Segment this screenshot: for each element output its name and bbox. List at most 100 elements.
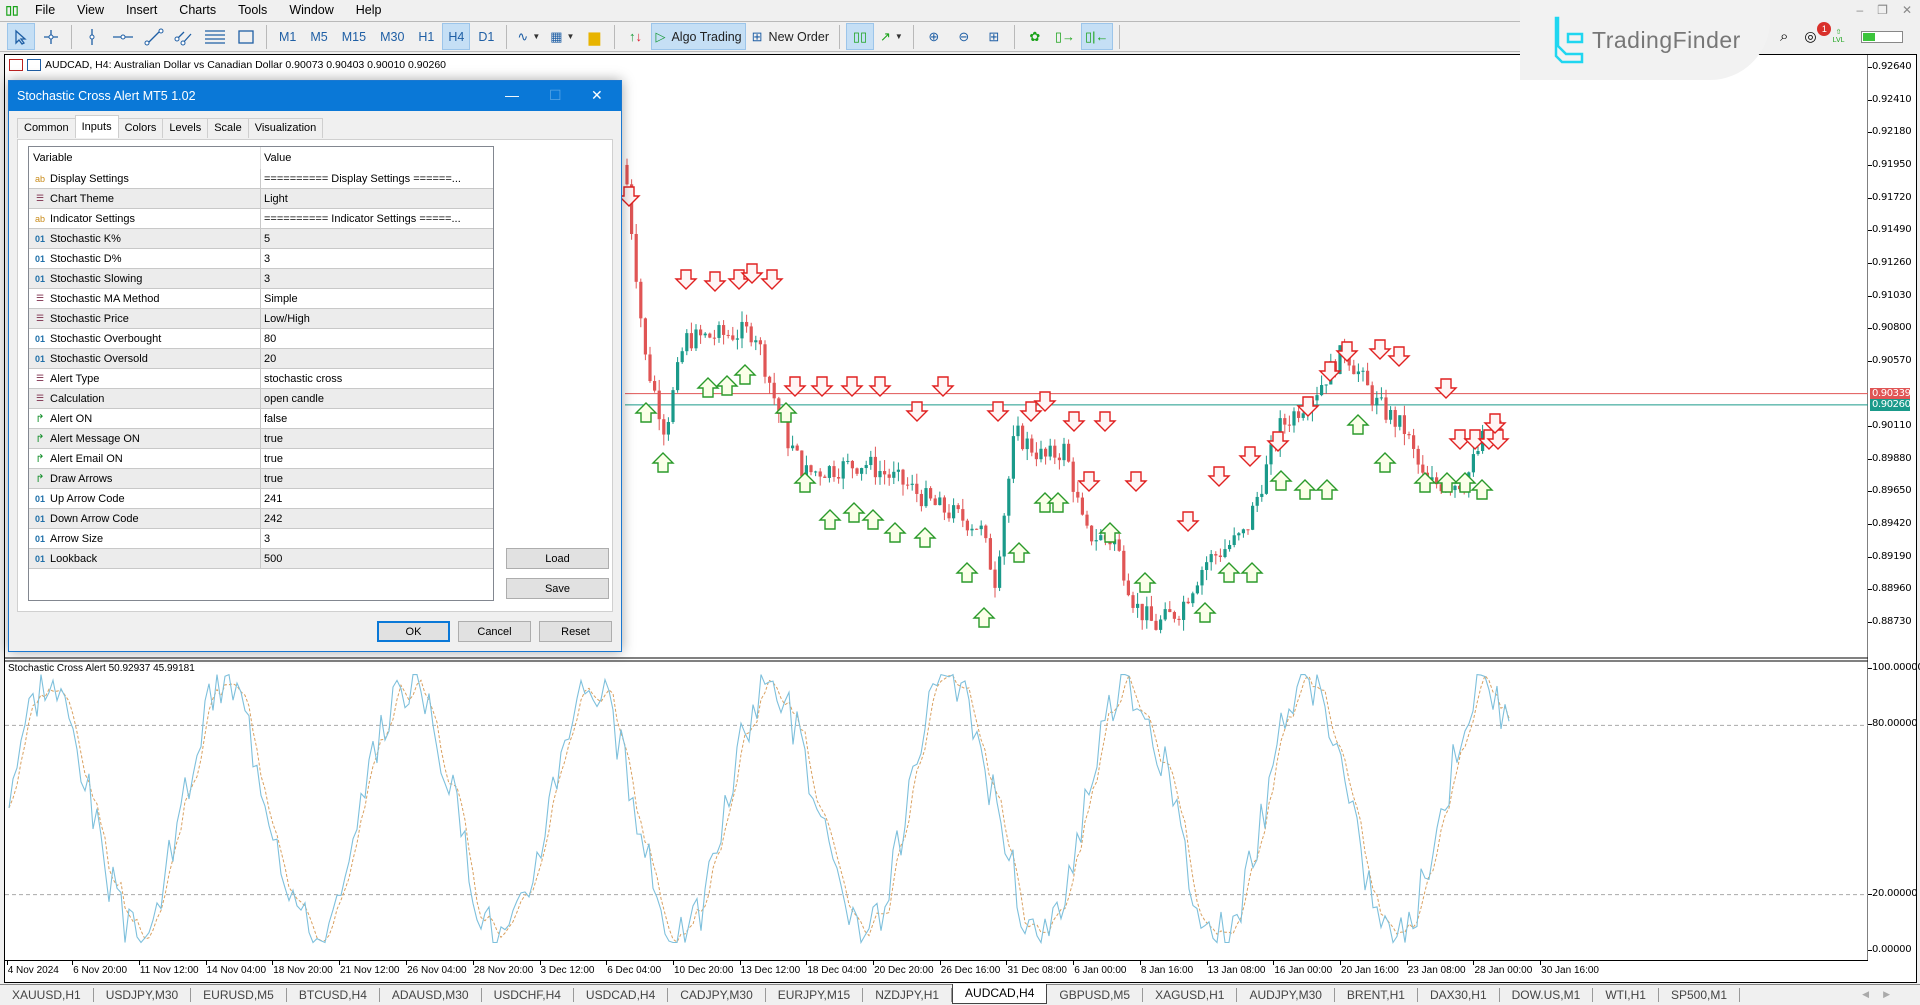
- input-row[interactable]: ☰ Alert Type stochastic cross: [29, 369, 493, 389]
- dialog-close-icon[interactable]: ✕: [591, 87, 603, 104]
- chart-shift-button[interactable]: ▯|←: [1080, 23, 1113, 50]
- input-row[interactable]: ↱ Alert Email ON true: [29, 449, 493, 469]
- input-row[interactable]: 01 Down Arrow Code 242: [29, 509, 493, 529]
- input-value[interactable]: 3: [261, 269, 493, 288]
- dialog-tab-common[interactable]: Common: [17, 118, 76, 138]
- input-value[interactable]: 80: [261, 329, 493, 348]
- input-row[interactable]: 01 Up Arrow Code 241: [29, 489, 493, 509]
- input-row[interactable]: 01 Arrow Size 3: [29, 529, 493, 549]
- input-value[interactable]: ========== Indicator Settings =====...: [261, 209, 493, 228]
- symbol-tab[interactable]: BTCUSD,H4: [287, 988, 380, 1002]
- cursor-tool-button[interactable]: [7, 23, 35, 50]
- input-value[interactable]: 242: [261, 509, 493, 528]
- input-value[interactable]: Simple: [261, 289, 493, 308]
- menu-tools[interactable]: Tools: [227, 0, 278, 20]
- menu-view[interactable]: View: [66, 0, 115, 20]
- rectangle-button[interactable]: [232, 23, 260, 50]
- crosshair-button[interactable]: [37, 23, 65, 50]
- input-value[interactable]: true: [261, 429, 493, 448]
- input-value[interactable]: Low/High: [261, 309, 493, 328]
- input-value[interactable]: 20: [261, 349, 493, 368]
- timeframe-m5[interactable]: M5: [304, 23, 333, 50]
- dialog-titlebar[interactable]: Stochastic Cross Alert MT5 1.02 — ☐ ✕: [9, 81, 621, 111]
- symbol-tab[interactable]: EURUSD,M5: [191, 988, 287, 1002]
- reset-button[interactable]: Reset: [539, 621, 612, 642]
- symbol-tab[interactable]: DOW.US,M1: [1500, 988, 1594, 1002]
- settings-button[interactable]: ✿: [1021, 23, 1049, 50]
- new-order-button[interactable]: ⊞ New Order: [748, 23, 833, 50]
- timeframe-m30[interactable]: M30: [374, 23, 410, 50]
- time-axis[interactable]: 4 Nov 2024 6 Nov 20:00 11 Nov 12:00 14 Nov …: [5, 960, 1868, 982]
- symbol-tab[interactable]: WTI,H1: [1593, 988, 1659, 1002]
- symbol-tab[interactable]: AUDJPY,M30: [1237, 988, 1335, 1002]
- input-value[interactable]: 3: [261, 529, 493, 548]
- column-variable[interactable]: Variable: [29, 147, 261, 169]
- account-button[interactable]: ◎ 1: [1804, 22, 1832, 45]
- column-value[interactable]: Value: [261, 147, 493, 169]
- input-row[interactable]: ab Display Settings ========== Display Set…: [29, 169, 493, 189]
- symbol-tab[interactable]: AUDCAD,H4: [952, 984, 1048, 1004]
- input-value[interactable]: 500: [261, 549, 493, 568]
- input-value[interactable]: 5: [261, 229, 493, 248]
- symbol-tab[interactable]: USDCAD,H4: [574, 988, 669, 1002]
- tab-scroll-arrows[interactable]: ◀▶: [1862, 989, 1904, 1000]
- menu-insert[interactable]: Insert: [115, 0, 168, 20]
- input-row[interactable]: ab Indicator Settings ========== Indicator…: [29, 209, 493, 229]
- input-row[interactable]: ☰ Stochastic MA Method Simple: [29, 289, 493, 309]
- indicator-axis[interactable]: 100.00000 80.00000 20.00000 0.00000: [1867, 660, 1920, 960]
- symbol-tab[interactable]: NZDJPY,H1: [863, 988, 953, 1002]
- input-row[interactable]: ☰ Chart Theme Light: [29, 189, 493, 209]
- input-value[interactable]: 241: [261, 489, 493, 508]
- price-axis[interactable]: 0.92640 0.92410 0.92180 0.91950 0.91720 0.914…: [1867, 55, 1918, 660]
- candlestick-chart-button[interactable]: ▯▯: [845, 23, 874, 50]
- menu-file[interactable]: File: [24, 0, 66, 20]
- cancel-button[interactable]: Cancel: [458, 621, 531, 642]
- input-row[interactable]: 01 Stochastic D% 3: [29, 249, 493, 269]
- timeframe-h1[interactable]: H1: [412, 23, 440, 50]
- input-value[interactable]: true: [261, 469, 493, 488]
- search-icon[interactable]: ⌕: [1780, 28, 1788, 45]
- symbol-tab[interactable]: GBPUSD,M5: [1047, 988, 1144, 1002]
- one-click-trading-button[interactable]: ↑↓: [621, 23, 649, 50]
- input-value[interactable]: stochastic cross: [261, 369, 493, 388]
- symbol-tab[interactable]: USDCHF,H4: [482, 988, 574, 1002]
- vertical-line-button[interactable]: [78, 23, 106, 50]
- fibonacci-button[interactable]: [200, 23, 230, 50]
- equidistant-channel-button[interactable]: [170, 23, 198, 50]
- input-row[interactable]: 01 Lookback 500: [29, 549, 493, 569]
- symbol-tab[interactable]: XAGUSD,H1: [1143, 988, 1238, 1002]
- symbol-tab[interactable]: SP500,M1: [1659, 988, 1741, 1002]
- menu-charts[interactable]: Charts: [168, 0, 227, 20]
- dialog-tab-visualization[interactable]: Visualization: [247, 118, 324, 138]
- symbol-tab[interactable]: USDJPY,M30: [94, 988, 192, 1002]
- input-row[interactable]: ↱ Alert Message ON true: [29, 429, 493, 449]
- load-button[interactable]: Load: [506, 548, 609, 569]
- auto-scroll-button[interactable]: ▯→: [1051, 23, 1079, 50]
- one-click-panel-icon[interactable]: [9, 59, 23, 71]
- symbol-tab[interactable]: ADAUSD,M30: [380, 988, 482, 1002]
- symbol-tab[interactable]: DAX30,H1: [1418, 988, 1500, 1002]
- dialog-tab-levels[interactable]: Levels: [162, 118, 209, 138]
- save-button[interactable]: Save: [506, 578, 609, 599]
- input-value[interactable]: Light: [261, 189, 493, 208]
- input-row[interactable]: 01 Stochastic Slowing 3: [29, 269, 493, 289]
- input-value[interactable]: false: [261, 409, 493, 428]
- zoom-in-button[interactable]: ⊕: [920, 23, 948, 50]
- menu-help[interactable]: Help: [345, 0, 393, 20]
- input-value[interactable]: 3: [261, 249, 493, 268]
- tile-windows-button[interactable]: ⊞: [980, 23, 1008, 50]
- input-value[interactable]: open candle: [261, 389, 493, 408]
- timeframe-h4[interactable]: H4: [442, 23, 471, 50]
- input-value[interactable]: ========== Display Settings ======...: [261, 169, 493, 188]
- symbol-tab[interactable]: EURJPY,M15: [766, 988, 864, 1002]
- timeframe-d1[interactable]: D1: [472, 23, 500, 50]
- horizontal-line-button[interactable]: [108, 23, 138, 50]
- input-row[interactable]: ☰ Stochastic Price Low/High: [29, 309, 493, 329]
- input-row[interactable]: 01 Stochastic Overbought 80: [29, 329, 493, 349]
- input-value[interactable]: true: [261, 449, 493, 468]
- symbol-tab[interactable]: XAUUSD,H1: [0, 988, 94, 1002]
- chart-type-dropdown[interactable]: ↗ ▼: [876, 23, 907, 50]
- indicators-dropdown[interactable]: ∿ ▼: [513, 23, 544, 50]
- level-indicator[interactable]: ⇧ LVL: [1833, 29, 1845, 45]
- ok-button[interactable]: OK: [377, 621, 450, 642]
